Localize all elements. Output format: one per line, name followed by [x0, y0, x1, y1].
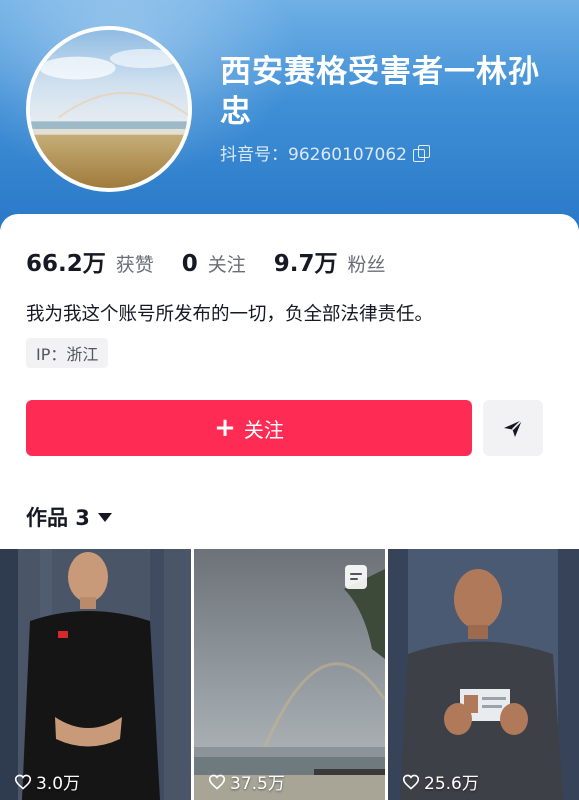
stat-following-count: 0 — [181, 251, 198, 277]
heart-icon — [14, 774, 32, 790]
works-tab[interactable]: 作品 3 — [26, 502, 112, 532]
pinned-badge-icon — [345, 565, 367, 589]
stat-likes-label: 获赞 — [115, 254, 154, 276]
works-tab-label: 作品 3 — [26, 506, 90, 530]
stat-likes-count: 66.2万 — [26, 251, 106, 277]
stat-followers[interactable]: 9.7万 粉丝 — [274, 244, 386, 278]
likes-count: 25.6万 — [402, 769, 479, 794]
heart-icon — [402, 774, 420, 790]
likes-count: 3.0万 — [14, 769, 80, 794]
heart-icon — [208, 774, 226, 790]
works-grid: 3.0万 37.5万 25.6万 — [0, 549, 579, 800]
stat-following[interactable]: 0 关注 — [182, 250, 246, 277]
send-arrow-icon — [504, 419, 523, 437]
video-thumbnail-2[interactable]: 37.5万 — [194, 549, 385, 800]
share-button[interactable] — [483, 400, 543, 456]
video-thumbnail-image — [388, 549, 579, 800]
profile-header-banner: 西安赛格受害者一林孙忠 抖音号：96260107062 — [0, 0, 579, 230]
stat-following-label: 关注 — [207, 254, 246, 276]
stats-row: 66.2万 获赞 0 关注 9.7万 粉丝 — [26, 244, 414, 278]
dropdown-triangle-icon — [97, 512, 112, 522]
stat-followers-label: 粉丝 — [347, 254, 386, 276]
douyin-id[interactable]: 抖音号：96260107062 — [220, 140, 430, 165]
likes-count: 37.5万 — [208, 769, 285, 794]
video-thumbnail-image — [0, 549, 191, 800]
follow-button[interactable]: + 关注 — [26, 400, 472, 456]
stat-likes[interactable]: 66.2万 获赞 — [26, 244, 154, 278]
follow-button-label: 关注 — [243, 417, 284, 442]
stat-followers-count: 9.7万 — [273, 251, 338, 277]
plus-icon: + — [214, 413, 236, 443]
profile-bio: 我为我这个账号所发布的一切，负全部法律责任。 — [26, 304, 434, 325]
copy-icon[interactable] — [412, 144, 430, 162]
likes-count-text: 3.0万 — [36, 774, 81, 794]
likes-count-text: 25.6万 — [424, 774, 479, 794]
avatar-image — [30, 30, 188, 188]
profile-name: 西安赛格受害者一林孙忠 — [220, 54, 540, 130]
ip-location-tag: IP：浙江 — [26, 338, 109, 368]
video-thumbnail-1[interactable]: 3.0万 — [0, 549, 191, 800]
douyin-id-text: 抖音号：96260107062 — [220, 145, 407, 165]
video-thumbnail-3[interactable]: 25.6万 — [388, 549, 579, 800]
avatar[interactable] — [26, 26, 192, 192]
likes-count-text: 37.5万 — [230, 774, 285, 794]
profile-card: 66.2万 获赞 0 关注 9.7万 粉丝 我为我这个账号所发布的一切，负全部法… — [0, 214, 579, 800]
